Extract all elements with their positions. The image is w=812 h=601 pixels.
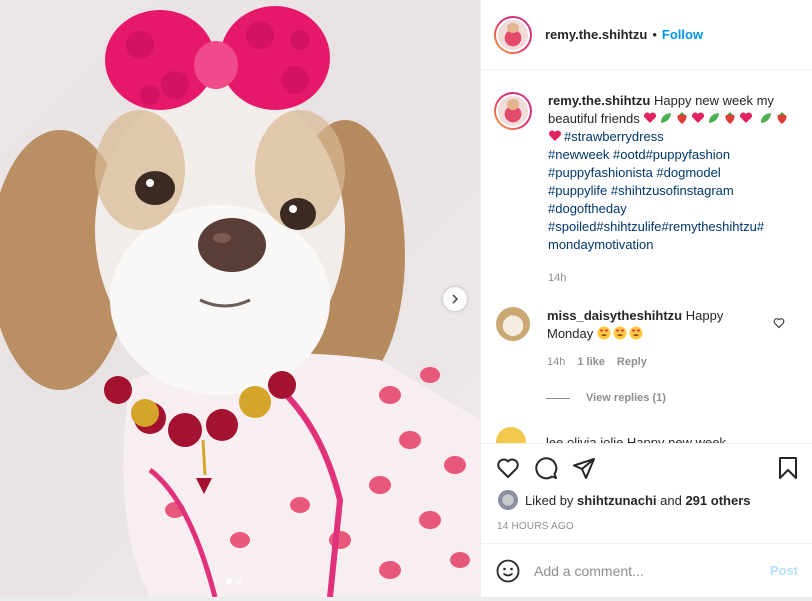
action-icons — [481, 444, 812, 480]
liker-avatar[interactable] — [498, 490, 518, 510]
leaf-emoji-icon — [709, 113, 720, 123]
comment-username[interactable]: miss_daisytheshihtzu — [547, 308, 682, 323]
heart-emoji-icon — [548, 130, 562, 141]
caption-text: remy.the.shihtzu Happy new week my beaut… — [548, 92, 798, 287]
heart-emoji-icon — [740, 112, 753, 123]
comment-avatar[interactable] — [496, 427, 526, 443]
heart-emoji-icon — [644, 112, 657, 123]
hashtags-5[interactable]: #dogoftheday — [548, 201, 627, 216]
caption-time[interactable]: 14h — [548, 269, 798, 287]
caption-avatar[interactable] — [494, 92, 532, 130]
header-separator: • — [652, 27, 657, 42]
comment-item: miss_daisytheshihtzu Happy Monday 14h 1 … — [496, 307, 767, 371]
hashtags-6[interactable]: #spoiled#shihtzulife#remytheshihtzu# — [548, 219, 764, 234]
strawberry-emoji-icon — [677, 112, 687, 124]
leaf-emoji-icon — [761, 113, 772, 123]
caption-username[interactable]: remy.the.shihtzu — [548, 93, 650, 108]
post-actions: Liked by shihtzunachi and 291 others 14 … — [481, 443, 812, 532]
hashtags-1[interactable]: #strawberrydress — [564, 129, 664, 144]
share-icon[interactable] — [572, 456, 596, 480]
comment-time[interactable]: 14h — [547, 353, 565, 371]
likes-others[interactable]: 291 others — [685, 493, 750, 508]
likes-prefix: Liked by — [525, 492, 574, 508]
emoji-icon[interactable] — [496, 559, 520, 583]
view-replies-button[interactable]: View replies (1) — [546, 392, 666, 404]
carousel-dot-active — [226, 578, 232, 584]
add-comment-bar: Add a comment... Post — [481, 543, 812, 597]
bottom-divider — [0, 597, 812, 601]
strawberry-emoji-icon — [777, 112, 787, 124]
carousel-dot — [236, 578, 242, 584]
next-photo-button[interactable] — [443, 287, 467, 311]
comment-text-b: Monday — [547, 326, 594, 341]
comment-text-a: Happy — [685, 308, 724, 323]
avatar[interactable] — [494, 15, 532, 54]
comment-body: miss_daisytheshihtzu Happy Monday 14h 1 … — [547, 307, 767, 371]
bookmark-icon[interactable] — [776, 456, 800, 480]
caption: remy.the.shihtzu Happy new week my beaut… — [494, 92, 798, 287]
comment-reply-button[interactable]: Reply — [617, 353, 647, 371]
hashtags-2[interactable]: #newweek #ootd#puppyfashion — [548, 147, 730, 162]
comment-avatar[interactable] — [496, 307, 530, 341]
likes-joiner: and — [660, 492, 682, 508]
post-button[interactable]: Post — [770, 563, 798, 578]
heart-eyes-emoji-icon — [629, 326, 643, 340]
leaf-emoji-icon — [661, 113, 672, 123]
comment-likes[interactable]: 1 like — [577, 353, 605, 371]
post-photo[interactable] — [0, 0, 480, 597]
hashtags-7[interactable]: mondaymotivation — [548, 237, 654, 252]
view-replies-label: View replies (1) — [586, 392, 666, 404]
comment-item-partial: lee.olivia.jolie Happy new week — [496, 427, 726, 443]
shih-tzu-photo — [0, 6, 480, 597]
comment-icon[interactable] — [534, 456, 558, 480]
likes-user[interactable]: shihtzunachi — [577, 493, 656, 508]
replies-line — [546, 397, 570, 399]
post-side-panel: remy.the.shihtzu • Follow remy.the.shiht… — [480, 0, 812, 597]
heart-emoji-icon — [692, 112, 705, 123]
heart-icon[interactable] — [496, 456, 520, 480]
follow-button[interactable]: Follow — [662, 27, 703, 42]
hashtags-4[interactable]: #puppylife #shihtzusofinstagram — [548, 183, 734, 198]
post-header: remy.the.shihtzu • Follow — [481, 0, 812, 70]
strawberry-emoji-icon — [725, 112, 735, 124]
likes-summary: Liked by shihtzunachi and 291 others — [498, 490, 812, 510]
comment-like-heart-icon[interactable] — [773, 317, 785, 329]
hashtags-3[interactable]: #puppyfashionista #dogmodel — [548, 165, 721, 180]
heart-eyes-emoji-icon — [597, 326, 611, 340]
comments-area[interactable]: remy.the.shihtzu Happy new week my beaut… — [481, 70, 812, 443]
carousel-dots — [226, 578, 242, 584]
chevron-right-icon — [452, 294, 459, 304]
comment-input[interactable]: Add a comment... — [534, 563, 770, 579]
header-username[interactable]: remy.the.shihtzu — [545, 27, 647, 42]
partial-comment-text: lee.olivia.jolie Happy new week — [546, 434, 726, 444]
comment-meta: 14h 1 like Reply — [547, 353, 767, 371]
posted-time[interactable]: 14 HOURS AGO — [497, 521, 812, 532]
heart-eyes-emoji-icon — [613, 326, 627, 340]
